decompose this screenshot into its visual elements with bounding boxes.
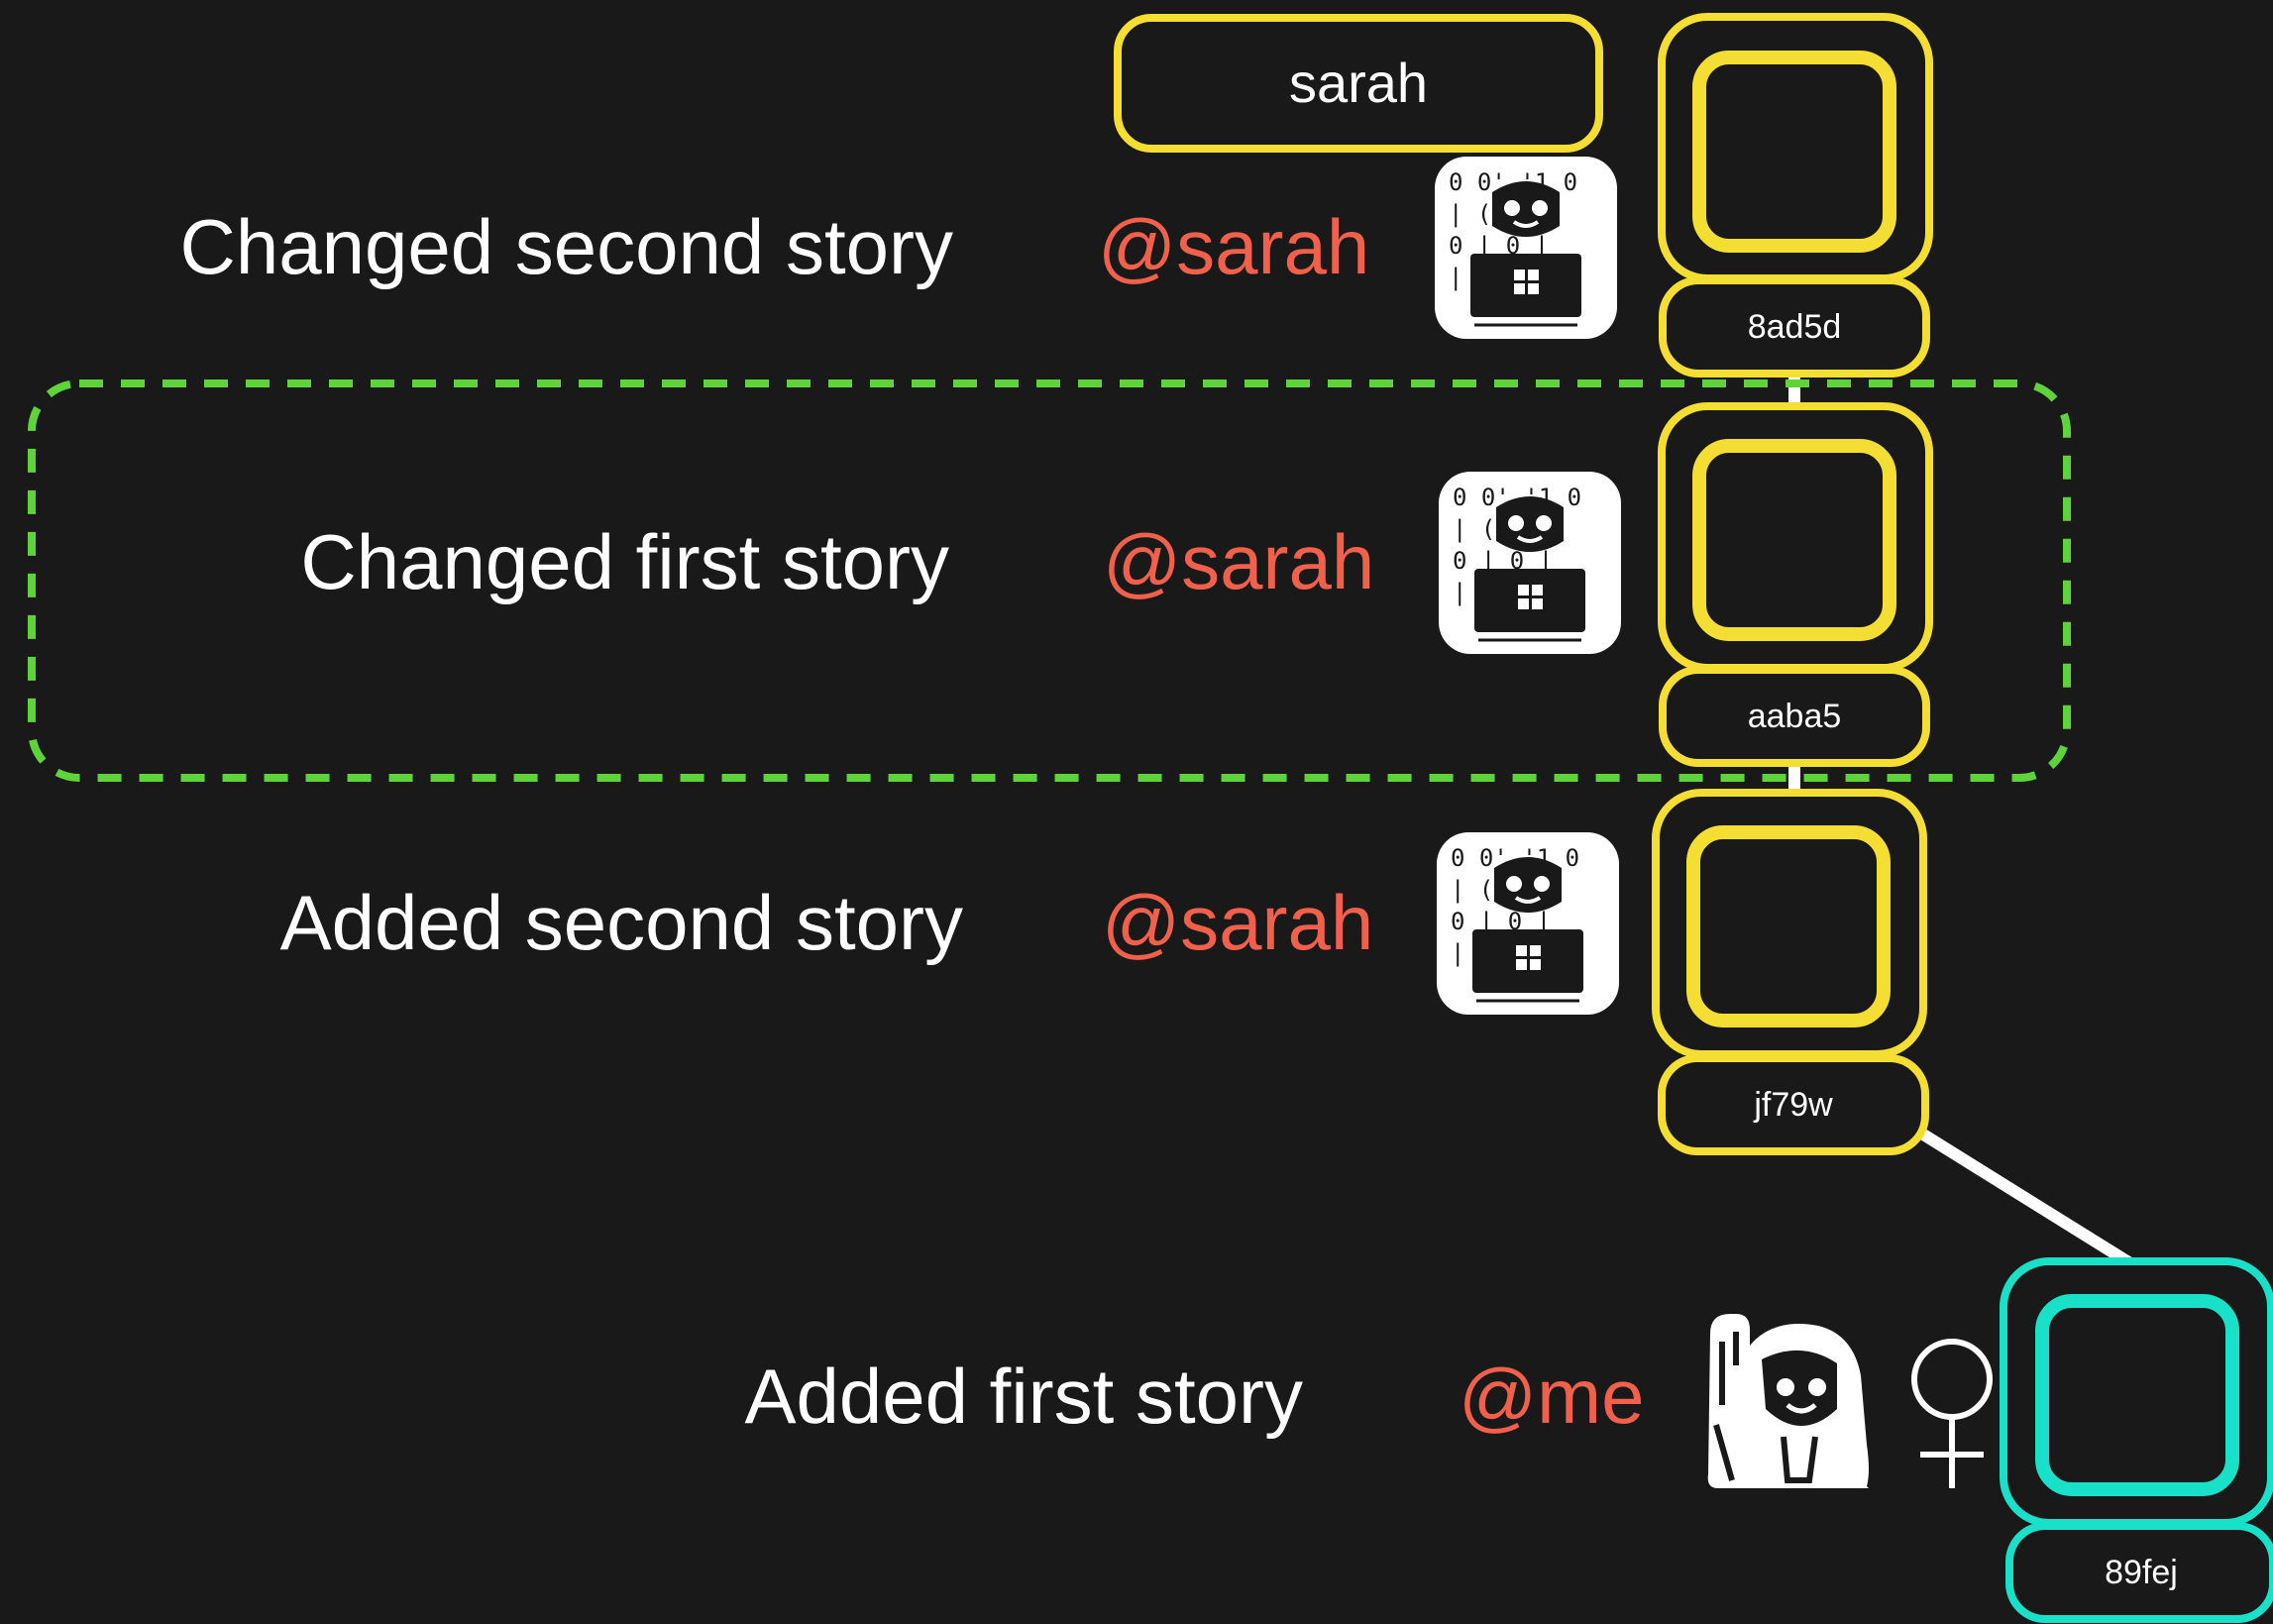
connector-line [1908,1122,2134,1269]
person-raising-hand-icon [1707,1314,1869,1488]
commit-message: Changed second story [179,203,954,290]
commit-message: Added second story [279,879,963,966]
commit-hash: aaba5 [1747,698,1842,735]
female-sign-icon [1911,1339,1993,1488]
branch-label: sarah [1288,52,1429,114]
commit-hash: 8ad5d [1747,308,1842,346]
commit-history-diagram: 0 0' '1 0 | ( ) | 0 | 0 | | | | 0 0 0' '… [0,0,2273,1624]
developer-at-laptop-icon: 0 0' '1 0 | ( ) | 0 | 0 | | | | 0 [1435,157,1617,339]
commit-author: @sarah [1103,518,1375,605]
developer-at-laptop-icon: 0 0' '1 0 | ( ) | 0 | 0 | | | | 0 [1439,472,1621,654]
developer-at-laptop-icon: 0 0' '1 0 | ( ) | 0 | 0 | | | | 0 [1437,832,1619,1015]
commit-author: @me [1459,1353,1645,1440]
commit-author: @sarah [1102,879,1374,966]
commit-hash: 89fej [2105,1554,2178,1591]
commit-message: Added first story [744,1353,1303,1440]
commit-message: Changed first story [300,518,949,605]
commit-author: @sarah [1098,203,1370,290]
commit-hash: jf79w [1754,1086,1833,1124]
